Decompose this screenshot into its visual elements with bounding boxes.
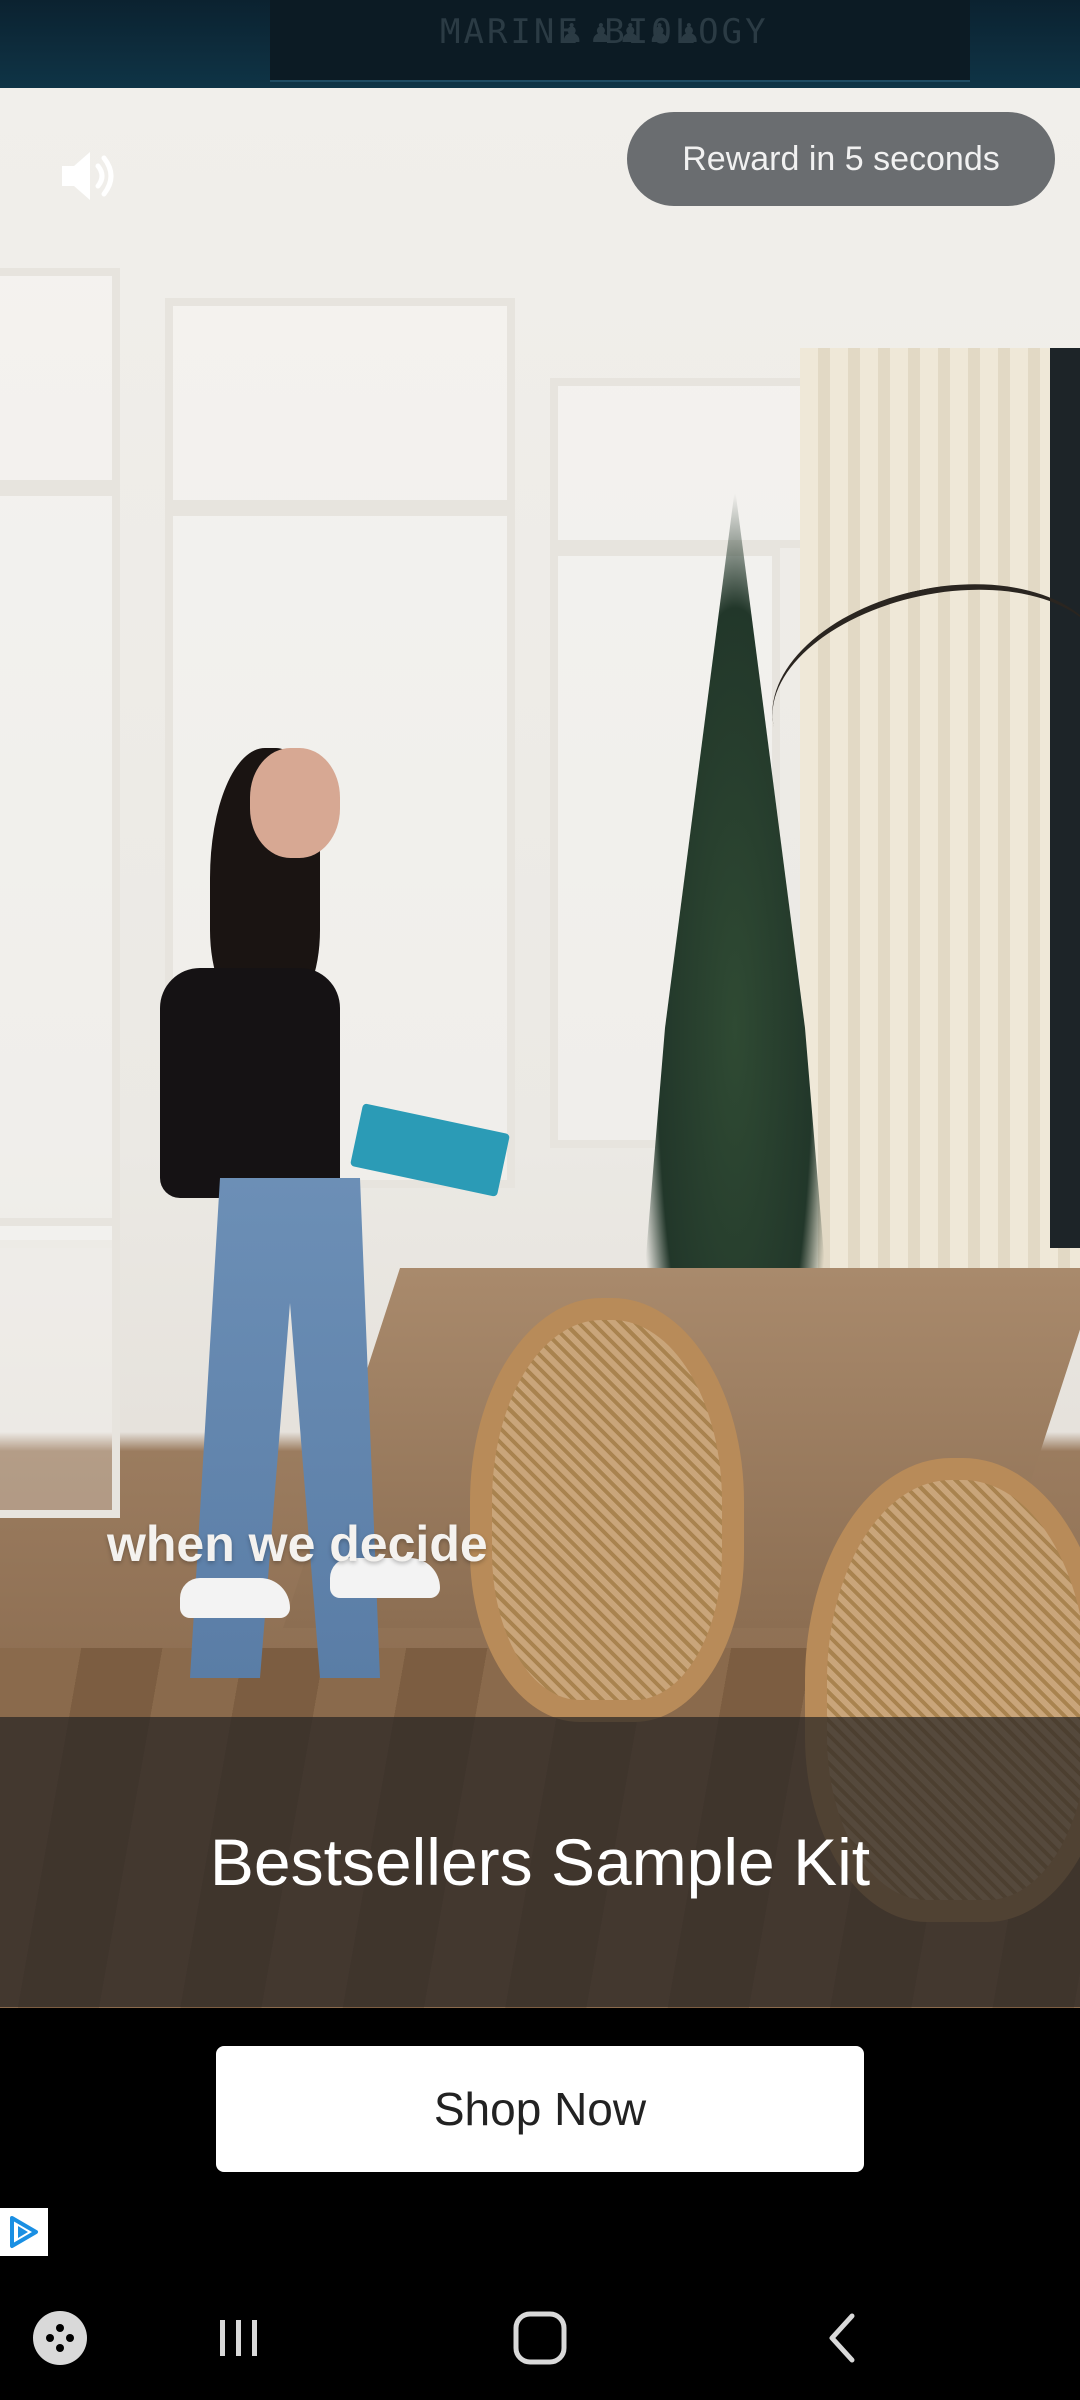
video-caption: when we decide (107, 1516, 488, 1572)
wall-panel (0, 1218, 120, 1518)
home-icon (513, 2311, 567, 2365)
window (1050, 348, 1080, 1248)
product-banner[interactable]: Bestsellers Sample Kit (0, 1717, 1080, 2007)
game-title: MARINE BIOLOGY (440, 12, 769, 52)
back-button[interactable] (804, 2298, 884, 2378)
game-launcher-button[interactable] (20, 2298, 100, 2378)
recents-icon (220, 2320, 257, 2356)
wall-panel (550, 378, 810, 548)
shoe (180, 1578, 290, 1618)
product-title: Bestsellers Sample Kit (209, 1825, 871, 1899)
adchoices-icon (10, 2216, 38, 2248)
gamepad-icon (33, 2311, 87, 2365)
back-icon (829, 2313, 855, 2363)
recents-button[interactable] (198, 2298, 278, 2378)
reward-countdown: Reward in 5 seconds (627, 112, 1055, 206)
person-head (250, 748, 340, 858)
system-navigation-bar (0, 2268, 1080, 2400)
sound-toggle-button[interactable] (52, 140, 124, 212)
home-button[interactable] (500, 2298, 580, 2378)
curtain (800, 348, 1080, 1328)
background-game-header: ♟♟♟♟♟ MARINE BIOLOGY (0, 0, 1080, 88)
dining-chair (470, 1298, 744, 1722)
shop-now-button[interactable]: Shop Now (216, 2046, 864, 2172)
person-torso (160, 968, 340, 1198)
adchoices-button[interactable] (0, 2208, 48, 2256)
wall-panel (0, 268, 120, 488)
speaker-icon (62, 152, 114, 200)
wall-panel (0, 488, 120, 1248)
wall-panel (165, 298, 515, 508)
